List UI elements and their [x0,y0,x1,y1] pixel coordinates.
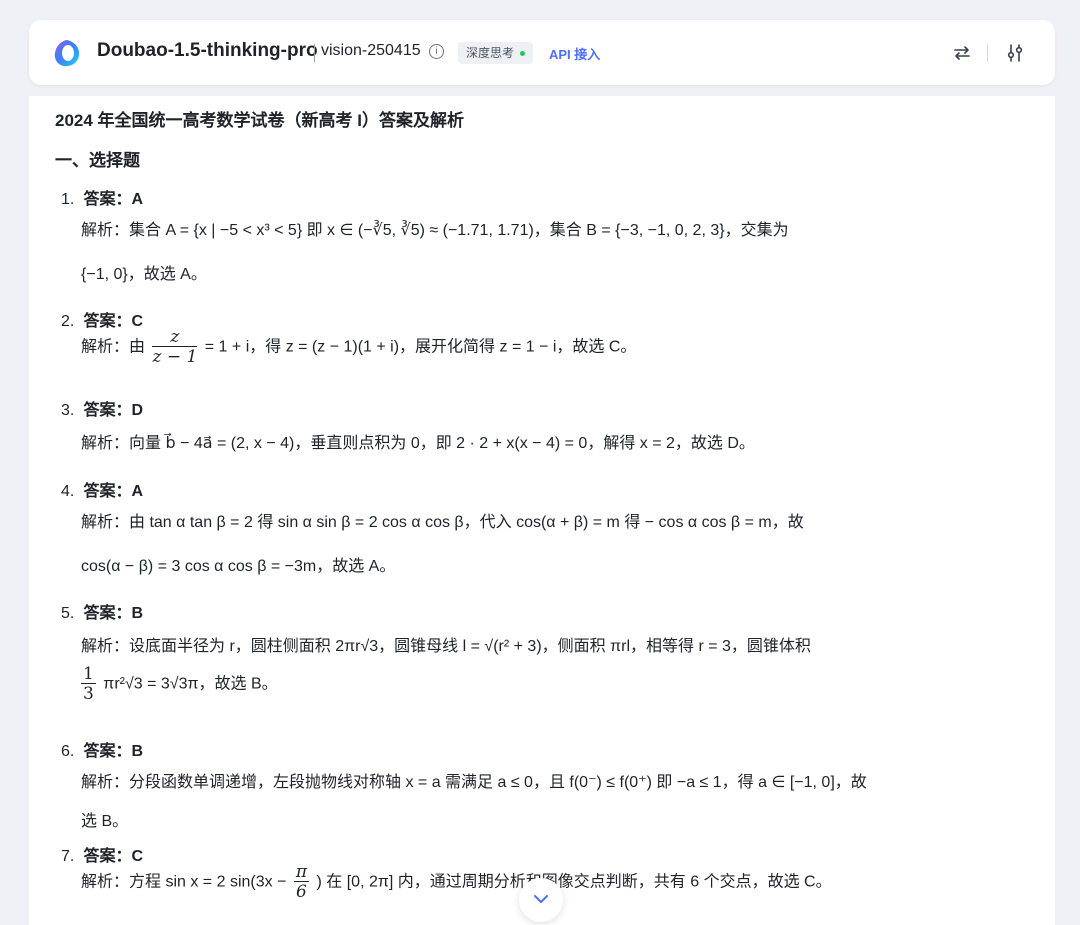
model-name[interactable]: Doubao-1.5-thinking-pro [97,40,318,62]
question-number: 6. [61,743,75,760]
answer-choice: A [131,191,144,208]
explanation-label: 解析： [81,514,130,531]
info-icon[interactable]: i [429,44,444,59]
explanation-text: πr²√3 = 3√3π，故选 B。 [103,675,278,693]
explanation-line: 13 πr²√3 = 3√3π，故选 B。 [81,665,278,704]
answer-choice: B [131,605,144,622]
question-number: 3. [61,402,75,419]
fraction: π6 [293,862,310,902]
explanation-label: 解析： [81,435,130,452]
doubao-logo-icon [54,40,80,67]
explanation-line: 解析：由 tan α tan β = 2 得 sin α sin β = 2 c… [81,508,804,532]
fraction-denominator: 6 [296,882,307,902]
answer-choice: B [131,743,144,760]
question-number: 2. [61,313,75,330]
answer-label: 答案： [83,483,132,500]
explanation-text: 方程 sin x = 2 sin(3x − [129,873,287,891]
explanation-line: 解析：设底面半径为 r，圆柱侧面积 2πr√3，圆锥母线 l = √(r² + … [81,632,811,656]
explanation-text: 由 [129,338,146,356]
explanation-text: 分段函数单调递增，左段抛物线对称轴 x = a 需满足 a ≤ 0，且 f(0⁻… [129,774,867,791]
question-answer: 5. 答案：B [61,599,143,623]
question-answer: 4. 答案：A [61,477,143,501]
answer-label: 答案： [83,402,132,419]
fraction-numerator: z [152,328,198,347]
explanation-line: 解析：方程 sin x = 2 sin(3x − π6 ) 在 [0, 2π] … [81,863,832,902]
answer-choice: A [131,483,144,500]
section-title: 一、选择题 [55,151,140,170]
question-answer: 6. 答案：B [61,737,143,761]
answer-label: 答案： [83,191,132,208]
status-dot-icon [520,50,526,56]
question-answer: 3. 答案：D [61,396,143,420]
scroll-down-button[interactable] [519,878,563,922]
fraction: zz − 1 [152,328,198,367]
model-version: vision-250415 [321,42,421,59]
answer-document: 2024 年全国统一高考数学试卷（新高考 I）答案及解析 一、选择题 1. 答案… [29,96,1055,925]
explanation-text: 设底面半径为 r，圆柱侧面积 2πr√3，圆锥母线 l = √(r² + 3)，… [129,638,811,655]
question-number: 4. [61,483,75,500]
explanation-text: {−1, 0}，故选 A。 [81,266,207,283]
explanation-text: = 1 + i，得 z = (z − 1)(1 + i)，展开化简得 z = 1… [204,338,637,356]
fraction: 13 [81,665,96,704]
explanation-label: 解析： [81,338,130,356]
answer-label: 答案： [83,605,132,622]
answer-choice: D [131,402,144,419]
explanation-label: 解析： [81,222,130,239]
question-number: 7. [61,848,75,865]
question-answer: 1. 答案：A [61,185,143,209]
model-header: Doubao-1.5-thinking-pro vision-250415 i … [29,20,1055,85]
thinking-mode-badge[interactable]: 深度思考 [458,42,534,64]
thinking-mode-label: 深度思考 [466,46,515,60]
swap-icon[interactable] [951,42,973,64]
explanation-text: 集合 A = {x | −5 < x³ < 5} 即 x ∈ (−∛5, ∛5)… [129,222,789,239]
explanation-text: 向量 b⃗ − 4a⃗ = (2, x − 4)，垂直则点积为 0，即 2 · … [129,435,755,452]
fraction-denominator: z − 1 [152,347,198,367]
explanation-text: cos(α − β) = 3 cos α cos β = −3m，故选 A。 [81,558,396,575]
explanation-label: 解析： [81,638,130,655]
explanation-line: 解析：由 zz − 1 = 1 + i，得 z = (z − 1)(1 + i)… [81,328,636,367]
explanation-text: 选 B。 [81,813,129,830]
answer-label: 答案： [83,743,132,760]
document-title: 2024 年全国统一高考数学试卷（新高考 I）答案及解析 [55,111,464,130]
question-number: 5. [61,605,75,622]
explanation-label: 解析： [81,774,130,791]
api-access-link[interactable]: API 接入 [549,44,600,63]
explanation-line: 解析：集合 A = {x | −5 < x³ < 5} 即 x ∈ (−∛5, … [81,216,789,240]
settings-sliders-icon[interactable] [1004,42,1026,64]
explanation-text: ) 在 [0, 2π] 内，通过周期分析和图像交点判断，共有 6 个交点，故选 … [316,873,832,891]
fraction-numerator: 1 [81,664,96,684]
question-number: 1. [61,191,75,208]
explanation-label: 解析： [81,873,130,891]
divider [314,44,315,62]
chevron-down-icon [534,895,548,903]
explanation-line: 解析：向量 b⃗ − 4a⃗ = (2, x − 4)，垂直则点积为 0，即 2… [81,429,755,453]
fraction-denominator: 3 [83,684,94,704]
explanation-line: 解析：分段函数单调递增，左段抛物线对称轴 x = a 需满足 a ≤ 0，且 f… [81,768,867,792]
explanation-text: 由 tan α tan β = 2 得 sin α sin β = 2 cos … [129,514,804,531]
fraction-numerator: π [293,862,310,882]
divider [987,44,988,62]
